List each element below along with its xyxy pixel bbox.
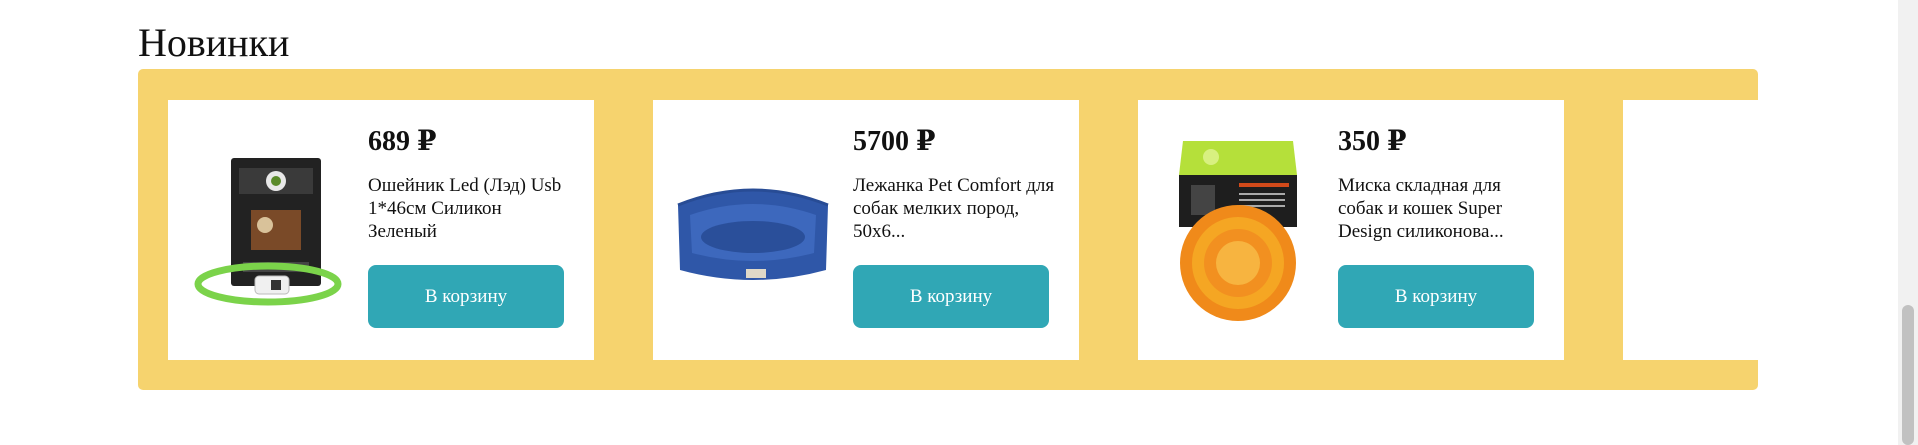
section-title: Новинки (138, 20, 290, 65)
dog-bed-image[interactable] (653, 100, 853, 360)
add-to-cart-button[interactable]: В корзину (368, 265, 564, 328)
product-name[interactable]: Миска складная для собак и кошек Super D… (1338, 174, 1540, 243)
product-price: 350 ₽ (1338, 126, 1407, 157)
product-info: 5700 ₽ Лежанка Pet Comfort для собак мел… (853, 100, 1079, 360)
carousel-track: 689 ₽ Ошейник Led (Лэд) Usb 1*46см Силик… (168, 100, 1758, 360)
product-info: 350 ₽ Миска складная для собак и кошек S… (1338, 100, 1564, 360)
product-card[interactable]: 5700 ₽ Лежанка Pet Comfort для собак мел… (653, 100, 1079, 360)
add-to-cart-button[interactable]: В корзину (853, 265, 1049, 328)
product-card[interactable]: 350 ₽ Миска складная для собак и кошек S… (1138, 100, 1564, 360)
product-info: 689 ₽ Ошейник Led (Лэд) Usb 1*46см Силик… (368, 100, 594, 360)
page-scrollbar[interactable] (1898, 0, 1918, 445)
add-to-cart-button[interactable]: В корзину (1338, 265, 1534, 328)
product-card-partial[interactable] (1623, 100, 1758, 360)
products-carousel[interactable]: 689 ₽ Ошейник Led (Лэд) Usb 1*46см Силик… (138, 69, 1758, 390)
folding-bowl-image[interactable] (1138, 100, 1338, 360)
led-collar-icon (194, 158, 342, 306)
product-name[interactable]: Ошейник Led (Лэд) Usb 1*46см Силикон Зел… (368, 174, 570, 243)
folding-bowl-icon (1179, 141, 1297, 321)
product-price: 689 ₽ (368, 126, 437, 157)
product-name[interactable]: Лежанка Pet Comfort для собак мелких пор… (853, 174, 1055, 243)
scrollbar-thumb[interactable] (1902, 305, 1914, 445)
product-price: 5700 ₽ (853, 126, 936, 157)
page: Новинки 689 ₽ Ошейник Led (Лэд) Usb 1*46… (0, 0, 1918, 445)
product-card[interactable]: 689 ₽ Ошейник Led (Лэд) Usb 1*46см Силик… (168, 100, 594, 360)
led-collar-image[interactable] (168, 100, 368, 360)
dog-bed-icon (677, 188, 829, 280)
